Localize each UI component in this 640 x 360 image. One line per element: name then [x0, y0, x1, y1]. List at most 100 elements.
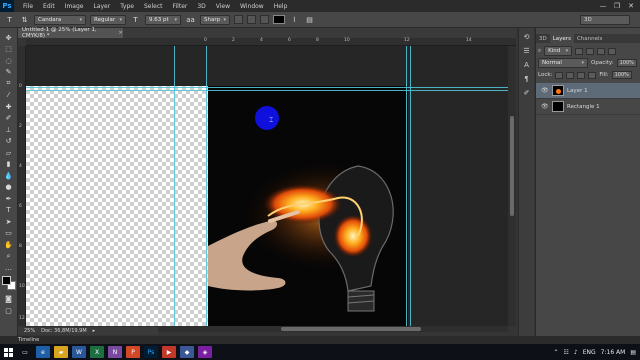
kind-select[interactable]: Kind ▾ [544, 46, 573, 56]
notifications-icon[interactable]: ▤ [630, 349, 636, 356]
horizontal-ruler[interactable]: 0 2 4 6 8 10 12 14 [26, 38, 516, 46]
orientation-toggle-icon[interactable]: ⇅ [19, 14, 30, 25]
dodge-tool-icon[interactable]: ● [3, 182, 15, 194]
menu-view[interactable]: View [211, 3, 235, 10]
filter-pixel-icon[interactable] [575, 47, 584, 55]
tab-layers[interactable]: Layers [549, 34, 574, 43]
align-left-icon[interactable] [234, 15, 243, 24]
screen-mode-icon[interactable]: ▢ [3, 305, 15, 317]
menu-layer[interactable]: Layer [88, 3, 115, 10]
brush-panel-icon[interactable]: ✐ [522, 88, 532, 98]
guide-line[interactable] [26, 87, 508, 88]
app-icon[interactable]: ◆ [180, 346, 194, 358]
text-color-swatch[interactable] [273, 15, 285, 24]
menu-edit[interactable]: Edit [38, 3, 60, 10]
character-panel-icon[interactable]: A [522, 60, 532, 70]
menu-window[interactable]: Window [235, 3, 269, 10]
vertical-ruler[interactable]: 0 2 4 6 8 10 12 [18, 46, 26, 326]
word-icon[interactable]: W [72, 346, 86, 358]
move-tool-icon[interactable]: ✥ [3, 32, 15, 44]
menu-help[interactable]: Help [269, 3, 293, 10]
language-indicator[interactable]: ENG [583, 349, 596, 356]
media-player-icon[interactable]: ▶ [162, 346, 176, 358]
document-tab[interactable]: Untitled-1 @ 25% (Layer 1, CMYK/8) * × [18, 27, 123, 39]
close-button[interactable]: ✕ [624, 0, 638, 12]
photoshop-taskbar-icon[interactable]: Ps [144, 346, 158, 358]
hand-tool-icon[interactable]: ✋ [3, 239, 15, 251]
lasso-tool-icon[interactable]: ◌ [3, 55, 15, 67]
font-family-select[interactable]: Candara ▾ [34, 14, 86, 25]
path-select-tool-icon[interactable]: ➤ [3, 216, 15, 228]
timeline-panel-bar[interactable]: Timeline [0, 336, 640, 344]
shape-tool-icon[interactable]: ▭ [3, 228, 15, 240]
layer-row[interactable]: 👁 Layer 1 [536, 83, 640, 99]
eraser-tool-icon[interactable]: ▱ [3, 147, 15, 159]
properties-panel-icon[interactable]: ☰ [522, 46, 532, 56]
type-tool-icon[interactable]: T [3, 205, 15, 217]
clock[interactable]: 7:16 AM [601, 349, 626, 356]
onenote-icon[interactable]: N [108, 346, 122, 358]
align-center-icon[interactable] [247, 15, 256, 24]
menu-image[interactable]: Image [60, 3, 89, 10]
horizontal-scroll-thumb[interactable] [281, 327, 421, 331]
guide-line[interactable] [406, 46, 407, 326]
workspace-select[interactable]: 3D [580, 15, 630, 25]
filter-shape-icon[interactable] [608, 47, 617, 55]
document-canvas[interactable]: ⌶ [26, 46, 508, 326]
warp-text-icon[interactable]: ⌇ [289, 14, 300, 25]
lock-position-icon[interactable] [577, 71, 586, 79]
pen-tool-icon[interactable]: ✒ [3, 193, 15, 205]
minimize-button[interactable]: — [596, 0, 610, 12]
blur-tool-icon[interactable]: 💧 [3, 170, 15, 182]
font-style-select[interactable]: Regular ▾ [90, 14, 126, 25]
guide-line[interactable] [174, 46, 175, 326]
quick-mask-icon[interactable]: ◙ [3, 294, 15, 306]
lock-transparent-icon[interactable] [555, 71, 564, 79]
menu-3d[interactable]: 3D [192, 3, 210, 10]
zoom-level[interactable]: 25% [24, 328, 35, 334]
menu-select[interactable]: Select [139, 3, 168, 10]
lock-all-icon[interactable] [588, 71, 597, 79]
vertical-scroll-thumb[interactable] [510, 116, 514, 216]
filter-search-icon[interactable]: ⌕ [538, 48, 541, 55]
menu-file[interactable]: File [18, 3, 38, 10]
tab-3d[interactable]: 3D [536, 34, 550, 43]
character-panel-icon[interactable]: ▤ [304, 14, 315, 25]
paragraph-panel-icon[interactable]: ¶ [522, 74, 532, 84]
more-tools-icon[interactable]: … [3, 262, 15, 274]
guide-line[interactable] [410, 46, 411, 326]
eyedropper-tool-icon[interactable]: ⁄ [3, 90, 15, 102]
marquee-tool-icon[interactable]: ⬚ [3, 44, 15, 56]
fill-input[interactable]: 100% [611, 71, 632, 79]
filter-adjustment-icon[interactable] [586, 47, 595, 55]
powerpoint-icon[interactable]: P [126, 346, 140, 358]
history-panel-icon[interactable]: ⟲ [522, 32, 532, 42]
font-size-select[interactable]: 9.63 pt ▾ [145, 14, 181, 25]
status-menu-icon[interactable]: ▸ [93, 328, 96, 334]
edge-icon[interactable]: e [36, 346, 50, 358]
antialias-select[interactable]: Sharp ▾ [200, 14, 230, 25]
zoom-tool-icon[interactable]: ⌕ [3, 251, 15, 263]
color-swatches[interactable] [1, 275, 16, 290]
app-icon[interactable]: ◈ [198, 346, 212, 358]
blend-mode-select[interactable]: Normal ▾ [538, 58, 588, 68]
clone-stamp-tool-icon[interactable]: ⊥ [3, 124, 15, 136]
task-view-icon[interactable]: ▭ [18, 346, 32, 358]
layer-row[interactable]: 👁 Rectangle 1 [536, 99, 640, 115]
opacity-input[interactable]: 100% [616, 59, 637, 67]
eye-icon[interactable]: 👁 [541, 103, 549, 110]
tab-channels[interactable]: Channels [574, 34, 605, 43]
history-brush-tool-icon[interactable]: ↺ [3, 136, 15, 148]
file-explorer-icon[interactable]: ▰ [54, 346, 68, 358]
filter-type-icon[interactable] [597, 47, 606, 55]
menu-type[interactable]: Type [115, 3, 139, 10]
eye-icon[interactable]: 👁 [541, 87, 549, 94]
tray-arrow-icon[interactable]: ⌃ [553, 349, 558, 356]
vertical-scrollbar[interactable] [508, 46, 516, 326]
restore-button[interactable]: ❐ [610, 0, 624, 12]
start-button[interactable] [0, 344, 16, 360]
guide-line[interactable] [206, 46, 207, 326]
volume-icon[interactable]: ♪ [574, 349, 578, 356]
quick-select-tool-icon[interactable]: ✎ [3, 67, 15, 79]
foreground-color[interactable] [1, 275, 11, 285]
